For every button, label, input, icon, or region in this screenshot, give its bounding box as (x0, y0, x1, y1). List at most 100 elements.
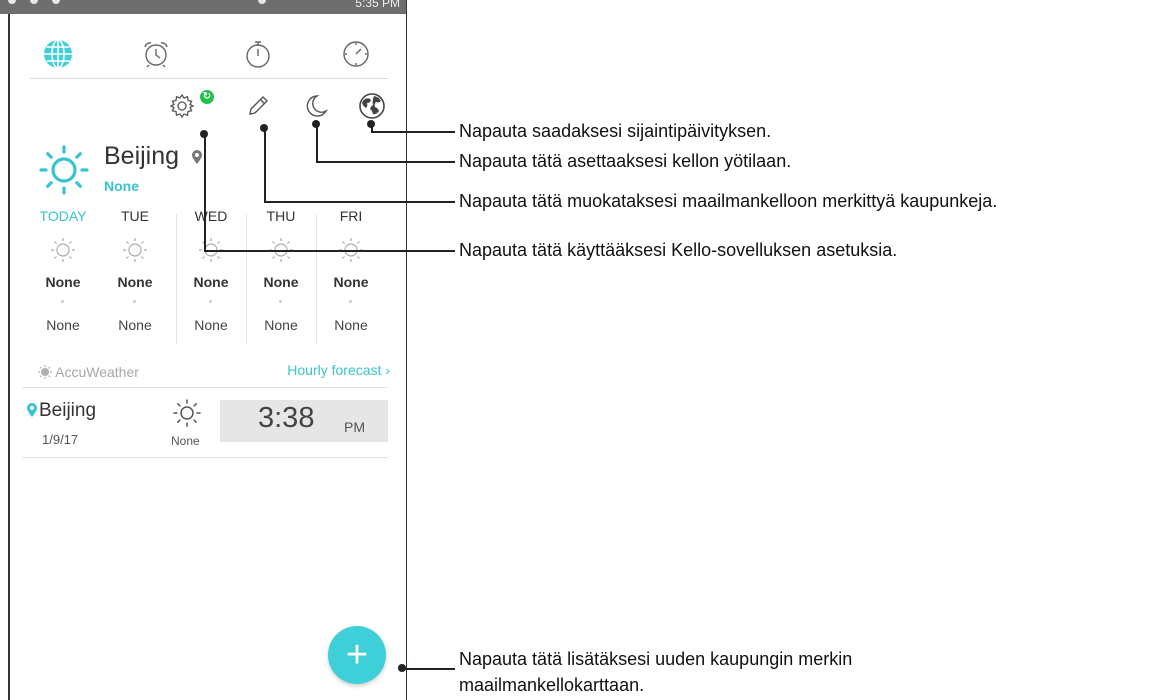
leader-line (371, 131, 455, 133)
leader-dot (200, 130, 208, 138)
callout-add-city-line2: maailmankellokarttaan. (459, 675, 645, 695)
hourly-forecast-link[interactable]: Hourly forecast › (287, 362, 390, 378)
signal-icon (258, 0, 266, 4)
forecast-separator (176, 214, 177, 344)
forecast-low: None (194, 317, 228, 333)
world-clock-city: Beijing (39, 400, 97, 421)
forecast-high: None (263, 274, 299, 290)
notification-icon (8, 0, 16, 4)
current-condition: None (104, 178, 139, 194)
callout-edit-cities: Napauta tätä muokataksesi maailmankelloo… (459, 191, 998, 211)
sun-icon (51, 238, 75, 262)
forecast-high: None (117, 274, 153, 290)
forecast-strip: TODAY None None TUE None None WED None N… (22, 206, 392, 346)
sun-icon (123, 238, 147, 262)
tab-world-clock[interactable] (40, 36, 76, 72)
leader-dot (260, 124, 268, 132)
leader-line (316, 124, 318, 162)
location-pin-icon (27, 403, 37, 417)
sun-icon (173, 399, 201, 427)
forecast-day-label: WED (194, 208, 228, 224)
world-clock-time-box: 3:38 PM (220, 400, 388, 442)
phone-frame-edge (8, 14, 10, 700)
separator-dot (349, 300, 352, 303)
location-pin-icon (192, 150, 202, 164)
separator-dot (133, 300, 136, 303)
forecast-high: None (45, 274, 81, 290)
forecast-day: FRI None None (318, 206, 384, 344)
status-bar: 5:35 PM (0, 0, 406, 14)
forecast-day-label: TUE (121, 208, 149, 224)
forecast-day-label: TODAY (39, 208, 87, 224)
forecast-low: None (334, 317, 368, 333)
phone-screen: 5:35 PM ↻ Beijing None TODAY None None T… (0, 0, 407, 700)
accuweather-row: AccuWeather Hourly forecast › (30, 356, 390, 386)
separator-dot (209, 300, 212, 303)
gear-icon (169, 93, 195, 119)
globe-icon (44, 39, 72, 69)
leader-dot (312, 120, 320, 128)
forecast-low: None (46, 317, 80, 333)
location-update-button[interactable] (358, 92, 386, 120)
accuweather-logo: AccuWeather (38, 364, 139, 380)
callout-location-update: Napauta saadaksesi sijaintipäivityksen. (459, 121, 772, 141)
callout-night-mode: Napauta tätä asettaaksesi kellon yötilaa… (459, 151, 792, 171)
forecast-high: None (333, 274, 369, 290)
tab-stopwatch[interactable] (240, 36, 276, 72)
hourly-forecast-label: Hourly forecast (287, 362, 382, 378)
city-name: Beijing (104, 142, 180, 170)
forecast-day-label: THU (266, 208, 296, 224)
sync-badge: ↻ (200, 90, 214, 104)
world-clock-ampm: PM (344, 419, 365, 435)
accuweather-label: AccuWeather (55, 364, 139, 380)
forecast-low: None (118, 317, 152, 333)
divider (22, 457, 388, 458)
leader-line (404, 668, 455, 670)
forecast-high: None (193, 274, 229, 290)
night-mode-button[interactable] (302, 92, 330, 120)
tabs-divider (30, 78, 388, 79)
edit-cities-button[interactable] (244, 92, 272, 120)
timer-icon (343, 41, 369, 67)
callout-settings: Napauta tätä käyttääksesi Kello-sovelluk… (459, 240, 898, 260)
leader-line (316, 161, 455, 163)
world-clock-row[interactable]: Beijing 1/9/17 None 3:38 PM (22, 392, 388, 456)
leader-line (264, 128, 266, 202)
world-clock-date: 1/9/17 (42, 432, 79, 447)
tab-timer[interactable] (338, 36, 374, 72)
world-clock-time: 3:38 (258, 402, 315, 434)
leader-line (204, 134, 206, 251)
world-clock-condition: None (171, 434, 200, 448)
forecast-separator (316, 214, 317, 344)
current-weather[interactable]: Beijing None (38, 140, 238, 200)
chevron-right-icon: › (385, 362, 390, 378)
tab-alarm[interactable] (138, 36, 174, 72)
status-time: 5:35 PM (355, 0, 400, 10)
forecast-low: None (264, 317, 298, 333)
leader-line (264, 201, 455, 203)
stopwatch-icon (246, 41, 270, 68)
alarm-clock-icon (144, 42, 168, 68)
forecast-separator (246, 214, 247, 344)
forecast-day: THU None None (248, 206, 314, 344)
sun-icon (39, 145, 89, 195)
notification-icon (30, 0, 38, 4)
clock-tabs (8, 14, 404, 79)
forecast-day: WED None None (178, 206, 244, 344)
add-city-button[interactable]: + (328, 626, 386, 684)
moon-icon (306, 95, 328, 117)
leader-dot (367, 120, 375, 128)
pencil-icon (249, 96, 268, 115)
notification-icon (52, 0, 60, 4)
forecast-day: TODAY None None (30, 206, 96, 344)
leader-dot (398, 664, 406, 672)
forecast-day-label: FRI (339, 208, 363, 224)
plus-icon: + (345, 634, 369, 676)
leader-line (204, 250, 455, 252)
sun-logo-icon (38, 365, 52, 379)
settings-button[interactable] (168, 92, 196, 120)
callout-add-city-line1: Napauta tätä lisätäksesi uuden kaupungin… (459, 649, 853, 669)
forecast-day: TUE None None (102, 206, 168, 344)
divider (22, 387, 388, 388)
separator-dot (61, 300, 64, 303)
